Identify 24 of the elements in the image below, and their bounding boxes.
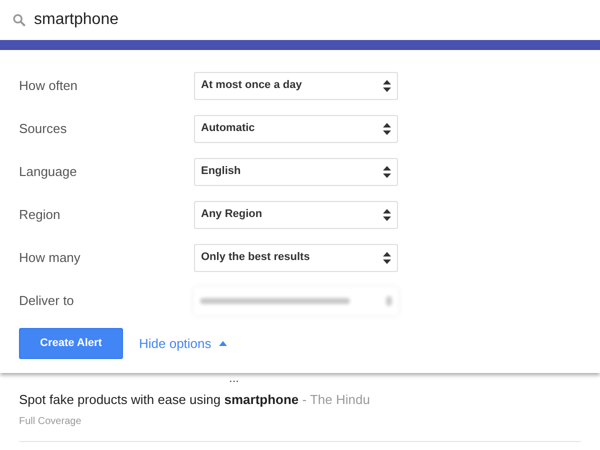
sort-arrows-icon (383, 80, 391, 92)
search-field[interactable]: smartphone (34, 8, 588, 32)
sort-arrows-icon (383, 252, 391, 264)
option-select[interactable]: At most once a day (194, 72, 398, 100)
option-label: How often (19, 76, 79, 95)
option-label: How many (19, 248, 82, 267)
option-label: Language (19, 162, 78, 181)
search-icon (12, 13, 26, 27)
option-select[interactable]: Any Region (194, 200, 398, 228)
create-alert-button[interactable]: Create Alert (19, 328, 123, 359)
caret-icon (219, 341, 228, 346)
result-title[interactable]: Spot fake products with ease using smartphone (19, 392, 299, 407)
option-select[interactable]: Automatic (194, 114, 398, 142)
result-snippet: ... (229, 370, 240, 386)
option-label: Deliver to (19, 292, 75, 310)
sort-arrows-icon (383, 208, 391, 220)
option-label: Sources (19, 120, 68, 138)
option-select[interactable]: Only the best results (194, 244, 398, 272)
sort-arrows-icon (383, 166, 391, 178)
result-source: - The Hindu (301, 392, 370, 407)
option-select[interactable]: English (194, 158, 398, 186)
sort-arrows-icon (383, 122, 391, 134)
hide-options-link[interactable]: Hide options (139, 334, 228, 354)
option-label: Region (19, 206, 62, 224)
